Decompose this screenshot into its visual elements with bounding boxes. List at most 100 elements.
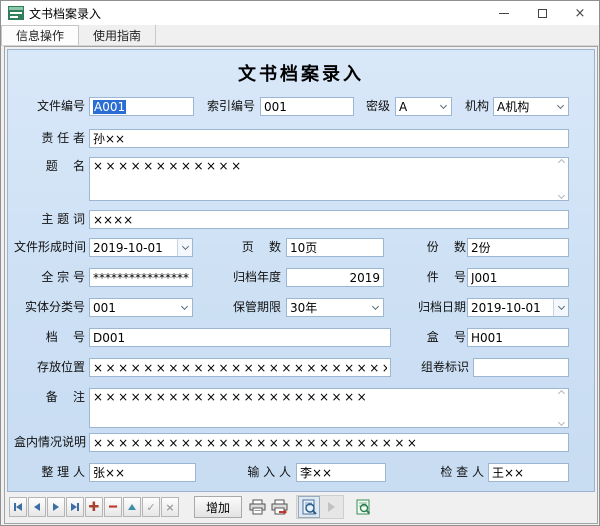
doc-title-textarea[interactable]: ×××××××××××× [89, 157, 569, 201]
titlebar: 文书档案录入 × [1, 1, 599, 25]
archive-date-datepicker[interactable]: 2019-10-01 [467, 298, 569, 317]
org-label: 机构 [432, 97, 489, 116]
content-frame: 文书档案录入 文件编号 A001 索引编号 密级 A 机构 A机构 责 任 者 … [4, 46, 598, 524]
retention-select[interactable]: 30年 [286, 298, 384, 317]
inputter-field[interactable] [296, 463, 386, 482]
item-no-label: 件 号 [389, 268, 466, 287]
chevron-down-icon [181, 303, 188, 310]
window-title: 文书档案录入 [29, 5, 101, 22]
edit-icon [128, 504, 136, 510]
tabstrip: 信息操作 使用指南 [1, 25, 599, 46]
file-code-field[interactable] [89, 328, 391, 347]
form-time-label: 文件形成时间 [8, 238, 86, 257]
first-record-button[interactable] [9, 497, 27, 517]
copies-label: 份 数 [389, 238, 466, 257]
chevron-down-icon [181, 243, 188, 250]
group-flag-label: 组卷标识 [389, 358, 469, 377]
delete-record-button[interactable]: ━ [104, 497, 122, 517]
play-icon [328, 502, 335, 512]
entity-class-select[interactable]: 001 [89, 298, 193, 317]
remark-scrollbar[interactable] [555, 389, 568, 427]
datepicker-dropdown-button[interactable] [553, 299, 568, 316]
maximize-button[interactable] [523, 1, 561, 25]
print-preview-button[interactable] [298, 496, 320, 518]
organizer-field[interactable] [89, 463, 196, 482]
tab-info-operations[interactable]: 信息操作 [1, 25, 79, 45]
retention-label: 保管期限 [204, 298, 281, 317]
keywords-label: 主 题 词 [8, 210, 85, 229]
add-button[interactable]: 增加 [194, 496, 242, 518]
tab-user-guide[interactable]: 使用指南 [79, 25, 156, 45]
pages-field[interactable] [286, 238, 384, 257]
form-time-datepicker[interactable]: 2019-10-01 [89, 238, 193, 257]
entity-class-label: 实体分类号 [8, 298, 85, 317]
location-label: 存放位置 [8, 358, 85, 377]
secret-label: 密级 [338, 97, 390, 116]
pages-label: 页 数 [204, 238, 281, 257]
location-field[interactable] [89, 358, 391, 377]
responsible-field[interactable] [89, 129, 569, 148]
chevron-down-icon [372, 303, 379, 310]
item-no-field[interactable] [467, 268, 569, 287]
datepicker-dropdown-button[interactable] [177, 239, 192, 256]
box-no-label: 盒 号 [389, 328, 466, 347]
box-no-field[interactable] [467, 328, 569, 347]
plus-icon: ✚ [89, 501, 100, 514]
copies-field[interactable] [467, 238, 569, 257]
checker-label: 检 查 人 [414, 463, 484, 482]
next-record-icon [53, 503, 59, 511]
fonds-no-label: 全 宗 号 [8, 268, 85, 287]
print-button[interactable] [246, 496, 268, 518]
print-export-button[interactable] [268, 496, 290, 518]
box-desc-label: 盒内情况说明 [8, 433, 86, 452]
checker-field[interactable] [488, 463, 569, 482]
close-icon: × [575, 7, 586, 20]
organizer-label: 整 理 人 [8, 463, 85, 482]
selected-text: A001 [93, 100, 126, 114]
doc-title-label: 题 名 [8, 157, 85, 176]
prior-record-button[interactable] [28, 497, 46, 517]
scroll-down-icon [558, 192, 565, 199]
form-title: 文书档案录入 [8, 60, 594, 86]
close-button[interactable]: × [561, 1, 599, 25]
form-panel: 文书档案录入 文件编号 A001 索引编号 密级 A 机构 A机构 责 任 者 … [7, 49, 595, 492]
doc-title-scrollbar[interactable] [555, 158, 568, 200]
preview-magnifier-icon [301, 499, 318, 515]
insert-record-button[interactable]: ✚ [85, 497, 103, 517]
responsible-label: 责 任 者 [8, 129, 85, 148]
keywords-field[interactable] [89, 210, 569, 229]
file-code-label: 档 号 [8, 328, 85, 347]
cancel-edit-button[interactable]: × [161, 497, 179, 517]
fonds-no-field[interactable] [89, 268, 193, 287]
maximize-icon [538, 9, 547, 18]
report-magnifier-icon [355, 499, 372, 515]
scroll-up-icon [558, 159, 565, 166]
prior-record-icon [34, 503, 40, 511]
group-flag-field[interactable] [473, 358, 569, 377]
archive-date-label: 归档日期 [389, 298, 466, 317]
file-no-label: 文件编号 [8, 97, 85, 116]
minimize-icon [499, 13, 509, 14]
archive-year-label: 归档年度 [204, 268, 281, 287]
printer-export-icon [271, 499, 288, 515]
org-select[interactable]: A机构 [493, 97, 569, 116]
last-record-button[interactable] [66, 497, 84, 517]
check-icon: ✓ [146, 502, 155, 513]
minus-icon: ━ [109, 501, 117, 514]
box-desc-field[interactable] [89, 433, 569, 452]
report-preview-button[interactable] [352, 496, 374, 518]
archive-year-field[interactable] [286, 268, 384, 287]
chevron-down-icon [557, 303, 564, 310]
edit-record-button[interactable] [123, 497, 141, 517]
printer-icon [249, 499, 266, 515]
remark-label: 备 注 [8, 388, 85, 407]
x-icon: × [165, 502, 174, 513]
index-no-label: 索引编号 [178, 97, 255, 116]
preview-group [296, 495, 344, 519]
minimize-button[interactable] [485, 1, 523, 25]
next-record-button[interactable] [47, 497, 65, 517]
post-edit-button[interactable]: ✓ [142, 497, 160, 517]
remark-textarea[interactable]: ×××××××××××××××××××××× [89, 388, 569, 428]
play-disabled-button[interactable] [320, 496, 342, 518]
scroll-down-icon [558, 419, 565, 426]
